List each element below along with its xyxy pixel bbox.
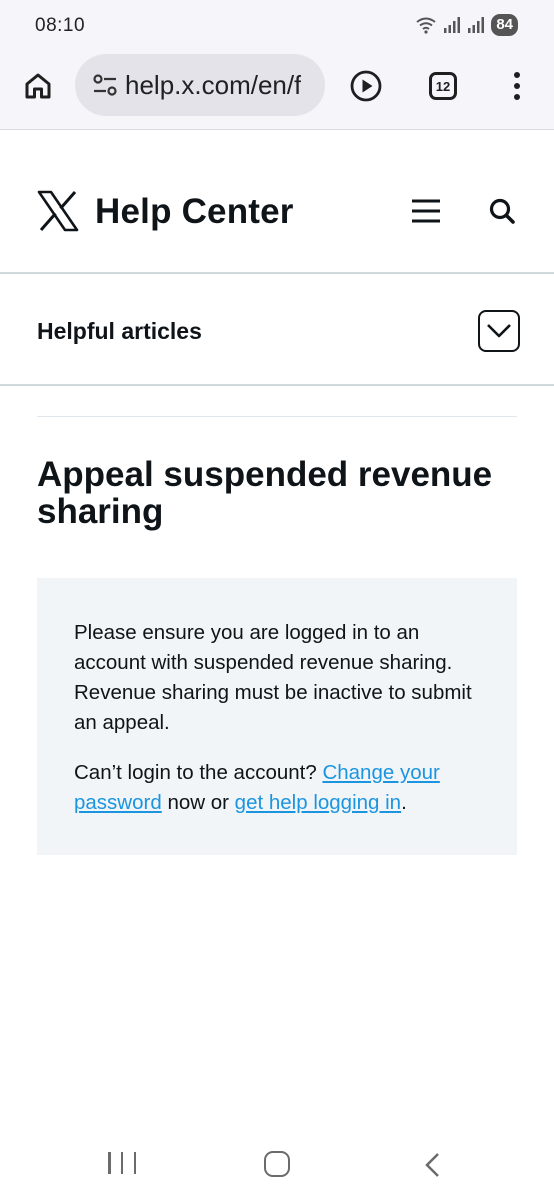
page: 08:10 84 help.x.com/en/f 12 Help Center … [0,0,554,1200]
tabs-button[interactable]: 12 [423,66,463,106]
overflow-menu-button[interactable] [497,66,537,106]
notice-paragraph: Please ensure you are logged in to an ac… [74,621,472,734]
play-button[interactable] [346,66,386,106]
back-icon[interactable] [422,1152,444,1178]
help-center-title[interactable]: Help Center [95,192,294,232]
signal-icon-2 [468,17,485,33]
article-title: Appeal suspended revenue sharing [37,455,493,531]
home-icon [25,73,51,99]
status-time: 08:10 [35,15,86,36]
help-logging-in-link[interactable]: get help logging in [235,791,401,814]
notice-text-middle: now or [161,791,235,814]
battery-indicator: 84 [491,14,518,36]
recents-button[interactable] [108,1152,136,1176]
browser-toolbar: help.x.com/en/f 12 [0,52,554,120]
home-button[interactable] [18,66,58,106]
notice-text-prefix: Can’t login to the account? [74,761,323,784]
divider [37,416,517,417]
notice-login-paragraph: Can’t login to the account? Change your … [74,758,487,818]
status-icons: 84 [415,12,518,38]
more-vertical-icon [514,72,520,100]
helpful-articles-label: Helpful articles [37,318,202,344]
site-header: Help Center [0,130,554,274]
helpful-articles-section[interactable]: Helpful articles [0,276,554,386]
notice-text-suffix: . [401,791,407,814]
menu-button[interactable] [406,194,446,228]
search-button[interactable] [482,192,522,230]
system-home-button[interactable] [264,1151,290,1177]
system-nav-bar [0,1128,554,1200]
address-bar[interactable]: help.x.com/en/f [75,54,325,116]
play-circle-icon [350,70,382,102]
wifi-icon [416,17,436,34]
url-text: help.x.com/en/f [125,69,302,100]
site-settings-icon[interactable] [85,73,125,97]
x-logo-icon[interactable] [37,190,79,232]
helpful-articles-toggle[interactable] [478,310,520,352]
hamburger-icon [412,199,440,223]
status-bar: 08:10 84 [0,0,554,52]
search-icon [489,198,515,224]
notice-box: Please ensure you are logged in to an ac… [37,578,517,855]
tab-count: 12 [429,72,457,100]
signal-icon [444,17,461,33]
browser-chrome: 08:10 84 help.x.com/en/f 12 [0,0,554,130]
chevron-down-icon [487,324,511,338]
